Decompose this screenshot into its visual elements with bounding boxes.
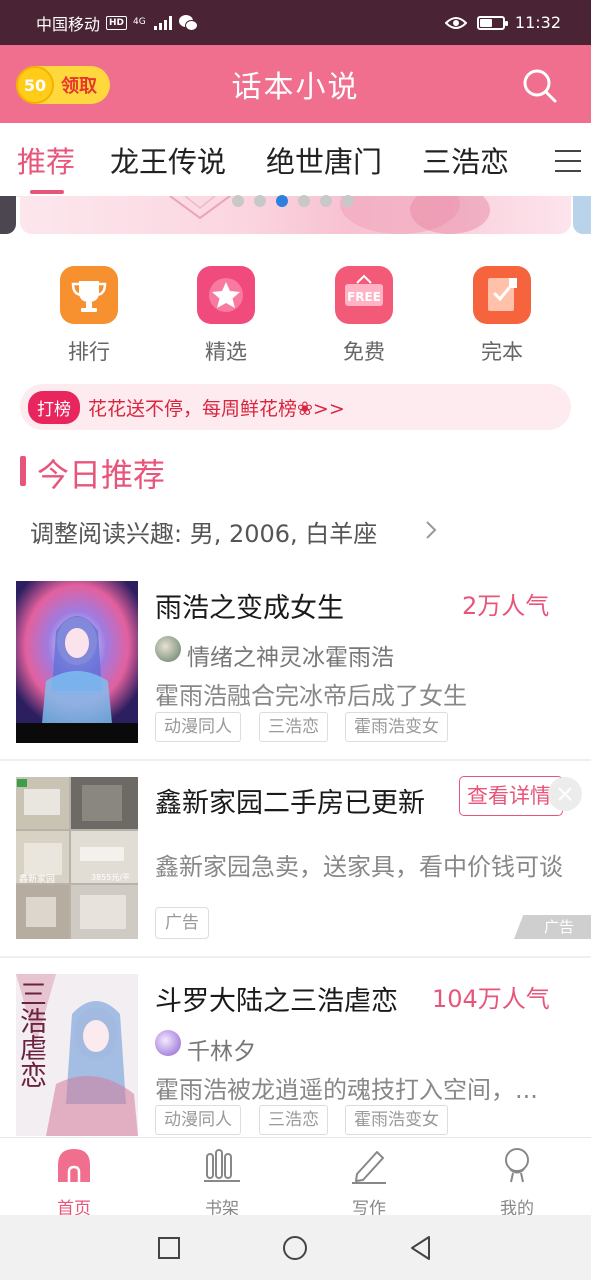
book-title[interactable]: 雨浩之变成女生	[155, 586, 344, 625]
carousel-dot[interactable]	[254, 195, 266, 207]
ranking-entry[interactable]: 排行	[39, 266, 139, 366]
wechat-icon	[178, 14, 198, 31]
menu-icon[interactable]	[553, 148, 583, 174]
app-header: 50 领取 话本小说	[0, 45, 591, 123]
chevron-right-icon[interactable]	[422, 516, 440, 544]
book-cover: 三浩虐恋	[16, 974, 138, 1136]
carousel-dot[interactable]	[342, 195, 354, 207]
tab-peerless-tang[interactable]: 绝世唐门	[266, 139, 382, 181]
book-tag[interactable]: 动漫同人	[155, 1105, 241, 1135]
trophy-icon	[60, 266, 118, 324]
ranking-label: 排行	[68, 340, 110, 364]
book-tag[interactable]: 三浩恋	[259, 1105, 328, 1135]
nav-me[interactable]: 我的	[477, 1146, 557, 1219]
status-bar: 中国移动 HD 4G 11:32	[0, 0, 591, 45]
battery-icon	[476, 15, 508, 30]
close-icon[interactable]	[548, 777, 582, 811]
ad-corner-badge: 广告	[514, 915, 591, 939]
bookshelf-icon	[204, 1149, 240, 1182]
book-tag[interactable]: 霍雨浩变女	[345, 1105, 448, 1135]
nav-bookshelf[interactable]: 书架	[182, 1146, 262, 1219]
author-avatar	[155, 1030, 181, 1056]
tab-sanhao-love[interactable]: 三浩恋	[422, 139, 509, 181]
claim-coins-button[interactable]: 50 领取	[16, 66, 110, 104]
book-cover	[16, 581, 138, 743]
book-author[interactable]: 情绪之神灵冰霍雨浩	[187, 638, 394, 672]
divider	[0, 956, 591, 958]
promo-tag: 打榜	[28, 390, 80, 424]
carousel-dot[interactable]	[298, 195, 310, 207]
network-type: 4G	[133, 17, 146, 27]
divider	[0, 759, 591, 761]
ad-cover-price: 3855元/平	[91, 873, 131, 882]
carousel-dot[interactable]	[232, 195, 244, 207]
free-entry[interactable]: FREE 免费	[314, 266, 414, 366]
book-description: 霍雨浩融合完冰帝后成了女生	[155, 682, 467, 710]
banner-prev-peek[interactable]	[0, 196, 16, 234]
banner-next-peek[interactable]	[573, 196, 591, 234]
carousel-dots	[232, 195, 354, 207]
free-sign-icon: FREE	[335, 266, 393, 324]
author-avatar	[155, 636, 181, 662]
recent-apps-icon[interactable]	[156, 1235, 182, 1261]
ad-title[interactable]: 鑫新家园二手房已更新	[155, 781, 425, 820]
finished-book-icon	[473, 266, 531, 324]
back-icon[interactable]	[408, 1235, 434, 1261]
home-icon	[58, 1149, 90, 1182]
book-tag[interactable]: 霍雨浩变女	[345, 712, 448, 742]
signal-icon	[153, 15, 172, 30]
active-tab-indicator	[30, 190, 64, 194]
book-title[interactable]: 斗罗大陆之三浩虐恋	[155, 979, 398, 1018]
promo-text: 花花送不停，每周鲜花榜❀>>	[88, 397, 345, 420]
app-screen: 中国移动 HD 4G 11:32 50 领取 话本小说 推荐 龙王传说 绝世唐门…	[0, 0, 591, 1280]
ad-description: 鑫新家园急卖，送家具，看中价钱可谈	[155, 853, 563, 881]
carousel-dot[interactable]	[276, 195, 288, 207]
category-tabs: 推荐 龙王传说 绝世唐门 三浩恋 …	[0, 123, 591, 197]
carrier-label: 中国移动	[36, 14, 101, 34]
home-circle-icon[interactable]	[282, 1235, 308, 1261]
book-popularity: 104万人气	[432, 985, 550, 1013]
ad-cover: 鑫新家园 3855元/平	[16, 777, 138, 939]
profile-icon	[505, 1148, 529, 1183]
book-tag[interactable]: 三浩恋	[259, 712, 328, 742]
hd-badge: HD	[106, 15, 128, 30]
claim-label: 领取	[61, 76, 97, 97]
quick-entries: 排行 精选 FREE 免费 完本	[0, 266, 591, 370]
book-popularity: 2万人气	[462, 592, 550, 620]
nav-write[interactable]: 写作	[329, 1146, 409, 1219]
free-label: 免费	[343, 340, 385, 364]
section-accent-bar	[20, 456, 26, 486]
system-nav-bar	[0, 1215, 591, 1280]
book-description: 霍雨浩被龙逍遥的魂技打入空间，...	[155, 1076, 538, 1104]
tab-dragon-king[interactable]: 龙王传说	[110, 139, 226, 181]
nav-home[interactable]: 首页	[34, 1146, 114, 1219]
search-icon[interactable]	[521, 67, 559, 105]
free-sign-text: FREE	[347, 290, 381, 304]
ad-cover-caption: 鑫新家园	[19, 875, 56, 885]
section-title: 今日推荐	[37, 456, 166, 494]
tab-recommend[interactable]: 推荐	[17, 139, 75, 181]
star-icon	[197, 266, 255, 324]
book-cover-text: 三浩虐恋	[20, 980, 47, 1092]
book-tag[interactable]: 动漫同人	[155, 712, 241, 742]
clock: 11:32	[514, 13, 561, 32]
finished-entry[interactable]: 完本	[452, 266, 552, 366]
adjust-interest-link[interactable]: 调整阅读兴趣: 男, 2006, 白羊座	[30, 514, 377, 549]
app-title: 话本小说	[231, 70, 360, 105]
finished-label: 完本	[481, 340, 523, 364]
bottom-nav: 首页 书架 写作 我的	[0, 1137, 591, 1219]
eye-icon	[444, 16, 467, 29]
pen-icon	[352, 1151, 386, 1184]
coin-icon: 50	[16, 66, 54, 104]
ad-label: 广告	[155, 907, 209, 939]
featured-entry[interactable]: 精选	[176, 266, 276, 366]
carousel-dot[interactable]	[320, 195, 332, 207]
featured-label: 精选	[205, 340, 247, 364]
book-author[interactable]: 千林夕	[187, 1032, 256, 1066]
flower-ranking-banner[interactable]: 打榜 花花送不停，每周鲜花榜❀>>	[20, 384, 571, 430]
